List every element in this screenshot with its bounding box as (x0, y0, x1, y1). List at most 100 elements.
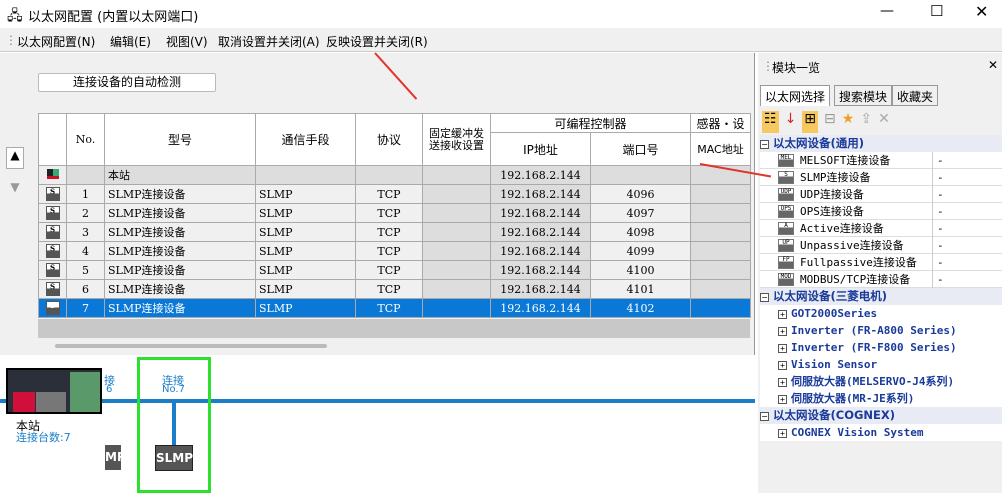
table-row[interactable]: S 2 SLMP连接设备 SLMP TCP 192.168.2.144 4097 (38, 203, 751, 223)
tree-group[interactable]: − 以太网设备(三菱电机) (760, 288, 1002, 305)
device-7-no: No.7 (162, 384, 185, 395)
row-comm[interactable]: SLMP (255, 298, 356, 318)
header-icon (38, 113, 67, 166)
row-protocol[interactable]: TCP (355, 184, 423, 204)
table-row[interactable]: S 1 SLMP连接设备 SLMP TCP 192.168.2.144 4096 (38, 184, 751, 204)
row-protocol[interactable]: TCP (355, 298, 423, 318)
tree-item[interactable]: S SLMP连接设备 - (760, 169, 1002, 186)
tree-subgroup[interactable]: + Inverter (FR-A800 Series) (760, 322, 1002, 339)
expand-toggle-icon[interactable]: + (778, 310, 787, 319)
tree-subgroup[interactable]: + COGNEX Vision System (760, 424, 1002, 441)
tree-subgroup[interactable]: + 伺服放大器(MR-JE系列) (760, 390, 1002, 407)
tab-search-module[interactable]: 搜索模块 (834, 85, 893, 106)
sort-az-icon[interactable]: ↓ (785, 111, 797, 133)
tab-ethernet-select[interactable]: 以太网选择 (760, 85, 831, 106)
subgroup-label: 伺服放大器(MR-JE系列) (791, 392, 915, 405)
favorite-star-icon[interactable]: ★ (842, 111, 855, 133)
expand-toggle-icon[interactable]: + (778, 429, 787, 438)
tree-group[interactable]: − 以太网设备(COGNEX) (760, 407, 1002, 424)
row-comm[interactable]: SLMP (255, 279, 356, 299)
station-count: 连接台数:7 (16, 431, 71, 444)
tree-item[interactable]: UP Unpassive连接设备 - (760, 237, 1002, 254)
table-row[interactable]: S 3 SLMP连接设备 SLMP TCP 192.168.2.144 4098 (38, 222, 751, 242)
row-comm[interactable]: SLMP (255, 222, 356, 242)
menu-cancel-close[interactable]: 取消设置并关闭(A) (218, 33, 320, 50)
tree-subgroup[interactable]: + Vision Sensor (760, 356, 1002, 373)
row-mac (690, 203, 751, 223)
table-row[interactable]: S 7 SLMP连接设备 SLMP TCP 192.168.2.144 4102 (38, 298, 751, 318)
tree-item[interactable]: MEL MELSOFT连接设备 - (760, 152, 1002, 169)
row-protocol[interactable]: TCP (355, 222, 423, 242)
row-comm[interactable]: SLMP (255, 241, 356, 261)
tab-favorites[interactable]: 收藏夹 (892, 85, 939, 106)
panel-close-icon[interactable]: ✕ (988, 58, 998, 72)
collapse-toggle-icon[interactable]: − (760, 293, 769, 302)
table-row[interactable]: S 5 SLMP连接设备 SLMP TCP 192.168.2.144 4100 (38, 260, 751, 280)
row-comm[interactable]: SLMP (255, 260, 356, 280)
row-port[interactable]: 4102 (590, 298, 691, 318)
menu-apply-close[interactable]: 反映设置并关闭(R) (326, 33, 428, 50)
expand-toggle-icon[interactable]: + (778, 395, 787, 404)
maximize-button[interactable]: ☐ (930, 2, 943, 20)
minimize-button[interactable]: — (880, 3, 894, 19)
tree-item[interactable]: MOD MODBUS/TCP连接设备 - (760, 271, 1002, 288)
row-no: 6 (66, 279, 105, 299)
tree-subgroup[interactable]: + Inverter (FR-F800 Series) (760, 339, 1002, 356)
menu-edit[interactable]: 编辑(E) (110, 33, 151, 50)
module-list-panel: ⋮ 模块一览 ✕ 以太网选择 搜索模块 收藏夹 ☷ ↓ ⊞ ⊟ ★ ⇪ ✕ − 以… (758, 53, 1002, 493)
expand-toggle-icon[interactable]: + (778, 361, 787, 370)
row-protocol[interactable]: TCP (355, 203, 423, 223)
move-down-button[interactable]: ▼ (6, 180, 24, 202)
close-button[interactable]: ✕ (975, 2, 988, 21)
table-row-station[interactable]: 本站 192.168.2.144 (38, 165, 751, 185)
tree-item[interactable]: A Active连接设备 - (760, 220, 1002, 237)
slmp-device-7[interactable]: SLMP (155, 445, 193, 471)
item-label: Active连接设备 (800, 222, 884, 235)
expand-toggle-icon[interactable]: + (778, 327, 787, 336)
row-ip: 192.168.2.144 (490, 298, 591, 318)
expand-toggle-icon[interactable]: + (778, 344, 787, 353)
delete-icon[interactable]: ✕ (878, 111, 890, 133)
row-port[interactable]: 4096 (590, 184, 691, 204)
tree-item[interactable]: UDP UDP连接设备 - (760, 186, 1002, 203)
row-comm[interactable]: SLMP (255, 184, 356, 204)
horizontal-scrollbar[interactable] (55, 344, 327, 348)
collapse-toggle-icon[interactable]: − (760, 140, 769, 149)
menu-ethernet-config[interactable]: 以太网配置(N) (17, 33, 95, 50)
row-protocol[interactable]: TCP (355, 279, 423, 299)
row-port[interactable]: 4099 (590, 241, 691, 261)
row-mac (690, 298, 751, 318)
subgroup-label: Inverter (FR-F800 Series) (791, 341, 957, 354)
device-icon: FP (778, 256, 794, 269)
tree-subgroup[interactable]: + GOT2000Series (760, 305, 1002, 322)
table-row[interactable]: S 6 SLMP连接设备 SLMP TCP 192.168.2.144 4101 (38, 279, 751, 299)
row-port[interactable]: 4098 (590, 222, 691, 242)
device-icon: UDP (778, 188, 794, 201)
slmp-device-6[interactable]: MP (105, 445, 121, 470)
row-protocol[interactable]: TCP (355, 260, 423, 280)
row-protocol[interactable]: TCP (355, 241, 423, 261)
connection-table: No. 型号 通信手段 协议 固定缓冲发送接收设置 可编程控制器 感器・设 IP… (38, 113, 751, 318)
expand-toggle-icon[interactable]: + (778, 378, 787, 387)
move-up-button[interactable]: ▲ (6, 147, 24, 169)
device-icon: UP (778, 239, 794, 252)
table-row[interactable]: S 4 SLMP连接设备 SLMP TCP 192.168.2.144 4099 (38, 241, 751, 261)
add-favorite-icon[interactable]: ⇪ (860, 111, 872, 133)
grip-icon: ⋮ (5, 33, 17, 47)
device-icon: MEL (778, 154, 794, 167)
row-port[interactable]: 4100 (590, 260, 691, 280)
tree-group[interactable]: − 以太网设备(通用) (760, 135, 1002, 152)
collapse-icon[interactable]: ⊟ (824, 111, 836, 133)
tree-item[interactable]: OPS OPS连接设备 - (760, 203, 1002, 220)
collapse-toggle-icon[interactable]: − (760, 412, 769, 421)
tree-item[interactable]: FP Fullpassive连接设备 - (760, 254, 1002, 271)
row-model: SLMP连接设备 (104, 241, 256, 261)
row-port[interactable]: 4097 (590, 203, 691, 223)
expand-icon[interactable]: ⊞ (802, 111, 819, 133)
tree-subgroup[interactable]: + 伺服放大器(MELSERVO-J4系列) (760, 373, 1002, 390)
row-port[interactable]: 4101 (590, 279, 691, 299)
category-view-icon[interactable]: ☷ (762, 111, 779, 133)
auto-detect-button[interactable]: 连接设备的自动检测 (38, 73, 216, 92)
row-comm[interactable]: SLMP (255, 203, 356, 223)
menu-view[interactable]: 视图(V) (166, 33, 208, 50)
